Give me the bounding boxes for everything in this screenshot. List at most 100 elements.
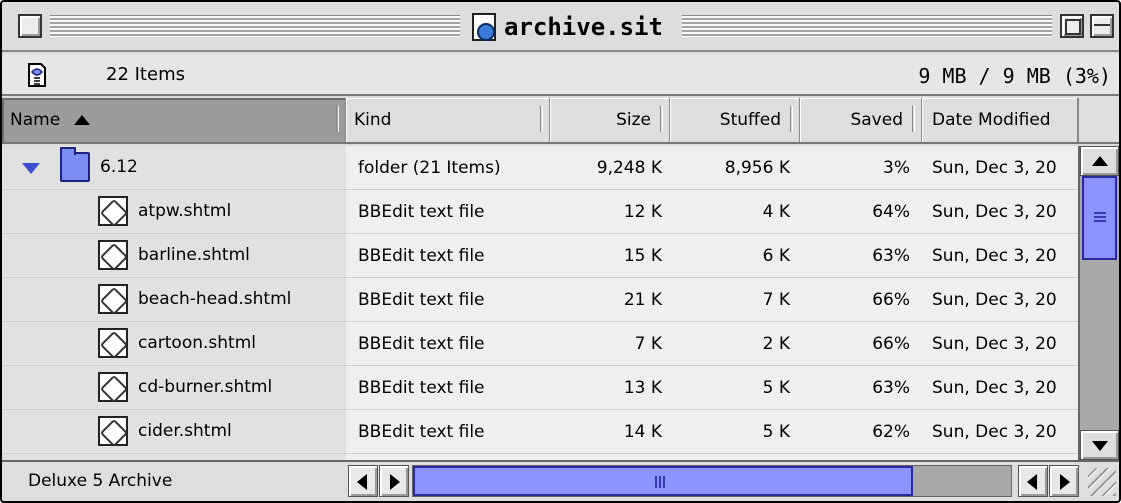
- horizontal-scroll-thumb[interactable]: [413, 466, 913, 496]
- stuffed-cell: 7 K: [762, 289, 790, 310]
- saved-cell: 64%: [872, 201, 910, 222]
- kind-cell: folder (21 Items): [358, 157, 501, 178]
- size-cell: 7 K: [634, 333, 662, 354]
- scroll-right-button-end[interactable]: [1049, 465, 1079, 497]
- stuffit-document-icon: [472, 13, 496, 41]
- arrow-right-icon: [390, 474, 400, 490]
- arrow-left-icon: [1027, 474, 1037, 490]
- column-header-name[interactable]: Name: [2, 98, 346, 142]
- bbedit-document-icon: [98, 284, 128, 314]
- scroll-up-button[interactable]: [1080, 146, 1119, 176]
- column-header-date-label: Date Modified: [932, 110, 1051, 130]
- title-bar[interactable]: archive.sit: [2, 2, 1119, 52]
- file-row[interactable]: cider.shtml BBEdit text file 14 K 5 K 62…: [2, 410, 1078, 454]
- folder-row[interactable]: 6.12 folder (21 Items) 9,248 K 8,956 K 3…: [2, 146, 1078, 190]
- column-header-row: Name Kind Size Stuffed Saved Date Modifi…: [2, 98, 1119, 144]
- info-bar: 22 Items 9 MB / 9 MB (3%): [2, 54, 1119, 96]
- arrow-up-icon: [1092, 156, 1108, 166]
- archive-format-label: Deluxe 5 Archive: [28, 471, 173, 491]
- date-cell: Sun, Dec 3, 20: [932, 289, 1057, 310]
- column-resize-handle[interactable]: [660, 106, 663, 132]
- arrow-down-icon: [1092, 441, 1108, 451]
- sort-ascending-icon: [74, 115, 91, 125]
- saved-cell: 62%: [872, 421, 910, 442]
- column-resize-handle[interactable]: [336, 106, 339, 132]
- scroll-left-button-end[interactable]: [1018, 465, 1048, 497]
- bbedit-document-icon: [98, 416, 128, 446]
- vertical-scrollbar[interactable]: [1078, 146, 1119, 460]
- stuffed-cell: 8,956 K: [724, 157, 790, 178]
- stuffit-spring-icon: [28, 63, 46, 87]
- saved-cell: 3%: [883, 157, 910, 178]
- column-resize-handle[interactable]: [790, 106, 793, 132]
- date-cell: Sun, Dec 3, 20: [932, 377, 1057, 398]
- column-header-kind[interactable]: Kind: [346, 98, 550, 142]
- kind-cell: BBEdit text file: [358, 421, 485, 442]
- column-header-saved-label: Saved: [850, 110, 903, 130]
- resize-grip-icon[interactable]: [1088, 468, 1116, 496]
- saved-cell: 63%: [872, 245, 910, 266]
- date-cell: Sun, Dec 3, 20: [932, 245, 1057, 266]
- file-row[interactable]: atpw.shtml BBEdit text file 12 K 4 K 64%…: [2, 190, 1078, 234]
- date-cell: Sun, Dec 3, 20: [932, 201, 1057, 222]
- date-cell: Sun, Dec 3, 20: [932, 421, 1057, 442]
- archive-size-summary: 9 MB / 9 MB (3%): [918, 64, 1111, 88]
- file-name: cider.shtml: [138, 421, 232, 441]
- stuffed-cell: 2 K: [762, 333, 790, 354]
- saved-cell: 66%: [872, 333, 910, 354]
- size-cell: 9,248 K: [596, 157, 662, 178]
- kind-cell: BBEdit text file: [358, 289, 485, 310]
- folder-icon: [60, 147, 90, 182]
- bbedit-document-icon: [98, 240, 128, 270]
- size-cell: 15 K: [623, 245, 662, 266]
- saved-cell: 63%: [872, 377, 910, 398]
- arrow-right-icon: [1060, 474, 1070, 490]
- bbedit-document-icon: [98, 328, 128, 358]
- file-name: atpw.shtml: [138, 201, 232, 221]
- column-header-kind-label: Kind: [354, 110, 392, 130]
- column-resize-handle[interactable]: [540, 106, 543, 132]
- scroll-left-button[interactable]: [348, 465, 378, 497]
- kind-cell: BBEdit text file: [358, 245, 485, 266]
- file-row[interactable]: cartoon.shtml BBEdit text file 7 K 2 K 6…: [2, 322, 1078, 366]
- title-bar-stripes-left: [50, 15, 460, 37]
- column-header-stuffed-label: Stuffed: [719, 110, 781, 130]
- archive-window: archive.sit 22 Items 9 MB / 9 MB (3%) Na…: [0, 0, 1121, 503]
- size-cell: 14 K: [623, 421, 662, 442]
- file-list: 6.12 folder (21 Items) 9,248 K 8,956 K 3…: [2, 146, 1078, 460]
- items-count: 22 Items: [106, 64, 185, 85]
- date-cell: Sun, Dec 3, 20: [932, 333, 1057, 354]
- file-row[interactable]: barline.shtml BBEdit text file 15 K 6 K …: [2, 234, 1078, 278]
- file-name: beach-head.shtml: [138, 289, 292, 309]
- header-corner: [1078, 98, 1119, 142]
- column-header-stuffed[interactable]: Stuffed: [670, 98, 800, 142]
- title-bar-stripes-right: [682, 15, 1052, 37]
- column-resize-handle[interactable]: [912, 106, 915, 132]
- file-row[interactable]: beach-head.shtml BBEdit text file 21 K 7…: [2, 278, 1078, 322]
- window-title-text: archive.sit: [504, 13, 663, 41]
- close-box-button[interactable]: [18, 14, 42, 38]
- disclosure-triangle-expanded-icon[interactable]: [22, 163, 40, 174]
- stuffed-cell: 5 K: [762, 421, 790, 442]
- kind-cell: BBEdit text file: [358, 333, 485, 354]
- vertical-scroll-thumb[interactable]: [1082, 176, 1117, 260]
- scroll-down-button[interactable]: [1080, 430, 1119, 460]
- file-row[interactable]: cd-burner.shtml BBEdit text file 13 K 5 …: [2, 366, 1078, 410]
- scroll-right-button[interactable]: [379, 465, 409, 497]
- stuffed-cell: 6 K: [762, 245, 790, 266]
- size-cell: 21 K: [623, 289, 662, 310]
- saved-cell: 66%: [872, 289, 910, 310]
- column-header-saved[interactable]: Saved: [800, 98, 922, 142]
- file-name: barline.shtml: [138, 245, 250, 265]
- zoom-box-button[interactable]: [1060, 14, 1084, 38]
- kind-cell: BBEdit text file: [358, 201, 485, 222]
- size-cell: 12 K: [623, 201, 662, 222]
- column-header-size[interactable]: Size: [550, 98, 670, 142]
- column-header-date-modified[interactable]: Date Modified: [922, 98, 1078, 142]
- arrow-left-icon: [357, 474, 367, 490]
- collapse-box-button[interactable]: [1090, 14, 1114, 38]
- bbedit-document-icon: [98, 196, 128, 226]
- folder-name: 6.12: [100, 157, 138, 177]
- horizontal-scroll-track[interactable]: [412, 465, 1012, 497]
- stuffed-cell: 4 K: [762, 201, 790, 222]
